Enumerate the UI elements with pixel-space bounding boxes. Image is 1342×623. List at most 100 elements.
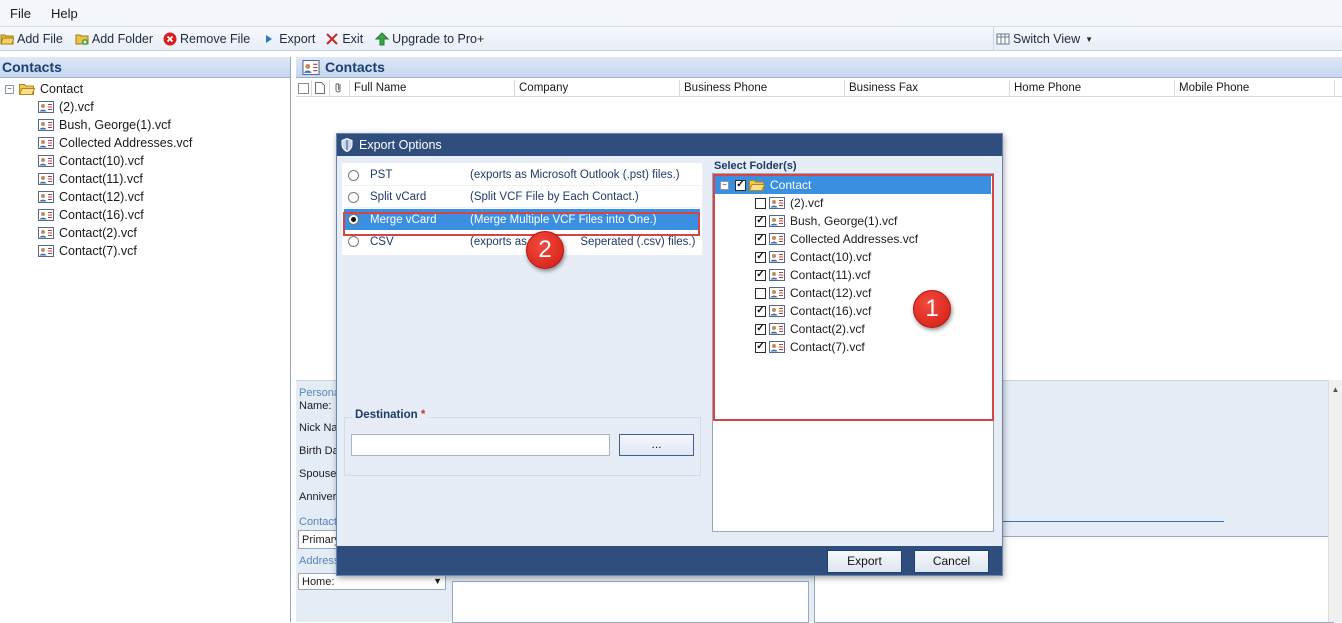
- export-icon: [266, 34, 273, 43]
- upgrade-button[interactable]: Upgrade to Pro+: [371, 28, 488, 50]
- main-title: Contacts: [325, 59, 385, 75]
- vcard-icon: [38, 209, 54, 221]
- tree-file-label: Contact(11).vcf: [59, 172, 143, 186]
- destination-input[interactable]: [351, 434, 610, 456]
- switch-view-button[interactable]: Switch View ▼: [993, 27, 1097, 51]
- tree-file-item[interactable]: Collected Addresses.vcf: [0, 134, 290, 152]
- export-button[interactable]: Export: [258, 28, 319, 50]
- tree-file-item[interactable]: Contact(11).vcf: [0, 170, 290, 188]
- option-split-vcard[interactable]: Split vCard (Split VCF File by Each Cont…: [344, 187, 700, 208]
- remove-file-label: Remove File: [180, 31, 251, 46]
- menu-file[interactable]: File: [0, 6, 41, 21]
- contact-section-label: Contact: [299, 516, 337, 528]
- remove-file-icon: [163, 32, 177, 45]
- icon-column[interactable]: [312, 80, 330, 96]
- select-all-column[interactable]: [296, 80, 312, 96]
- grid-column-header: Full Name Company Business Phone Busines…: [296, 80, 1342, 97]
- attachment-icon: [335, 83, 341, 93]
- tree-file-item[interactable]: Bush, George(1).vcf: [0, 116, 290, 134]
- annotation-badge-2: 2: [526, 231, 564, 269]
- add-file-button[interactable]: Add File: [0, 28, 67, 50]
- vcard-icon: [38, 227, 54, 239]
- col-business-phone[interactable]: Business Phone: [680, 80, 845, 96]
- csv-desc-cont: Seperated (.csv) files.): [580, 235, 696, 248]
- vcard-icon: [38, 137, 54, 149]
- add-folder-button[interactable]: Add Folder: [71, 28, 157, 50]
- tree-file-item[interactable]: Contact(7).vcf: [0, 242, 290, 260]
- switch-view-icon: [996, 33, 1010, 45]
- split-vcard-desc: (Split VCF File by Each Contact.): [470, 191, 639, 203]
- export-label: Export: [279, 31, 316, 46]
- tree-file-item[interactable]: Contact(2).vcf: [0, 224, 290, 242]
- tree-root-contact[interactable]: − Contact: [0, 80, 290, 98]
- destination-text: Destination: [355, 409, 418, 421]
- switch-view-label: Switch View: [1013, 32, 1081, 46]
- chevron-down-icon: ▼: [1085, 34, 1094, 44]
- birthday-label: Birth Da: [299, 445, 339, 457]
- primary-select[interactable]: Primary: [298, 530, 340, 549]
- col-company[interactable]: Company: [515, 80, 680, 96]
- exit-button[interactable]: Exit: [321, 28, 367, 50]
- collapse-icon[interactable]: −: [5, 84, 14, 94]
- tree-file-item[interactable]: (2).vcf: [0, 98, 290, 116]
- contacts-tree: − Contact (2).vcf Bush, George(1).vcf Coll…: [0, 78, 290, 260]
- scroll-up-arrow[interactable]: ▲: [1329, 385, 1342, 394]
- add-folder-label: Add Folder: [91, 31, 154, 46]
- split-vcard-radio[interactable]: [348, 191, 359, 203]
- export-confirm-button[interactable]: Export: [827, 550, 902, 573]
- option-pst[interactable]: PST (exports as Microsoft Outlook (.pst)…: [344, 165, 700, 186]
- vcard-icon: [38, 173, 54, 185]
- attachment-column[interactable]: [330, 80, 350, 96]
- tree-file-item[interactable]: Contact(16).vcf: [0, 206, 290, 224]
- primary-select-value: Primary: [302, 534, 340, 546]
- menu-help[interactable]: Help: [41, 6, 88, 21]
- tree-file-label: Contact(10).vcf: [59, 154, 144, 168]
- document-icon: [315, 82, 325, 94]
- col-home-phone[interactable]: Home Phone: [1010, 80, 1175, 96]
- export-options-dialog: Export Options PST (exports as Microsoft…: [336, 133, 1003, 576]
- anniversary-label: Anniver: [299, 491, 337, 503]
- cancel-button[interactable]: Cancel: [914, 550, 989, 573]
- vcard-icon: [302, 59, 320, 75]
- tree-file-item[interactable]: Contact(10).vcf: [0, 152, 290, 170]
- contacts-tree-panel: Contacts − Contact (2).vcf Bush, George(1…: [0, 57, 291, 622]
- select-all-checkbox[interactable]: [298, 83, 309, 94]
- exit-label: Exit: [342, 31, 364, 46]
- vcard-icon: [38, 191, 54, 203]
- tree-file-label: Bush, George(1).vcf: [59, 118, 171, 132]
- vcard-icon: [38, 101, 54, 113]
- pst-desc: (exports as Microsoft Outlook (.pst) fil…: [470, 169, 680, 181]
- name-label: Name:: [299, 400, 332, 412]
- vcard-icon: [38, 155, 54, 167]
- pst-radio[interactable]: [348, 169, 359, 181]
- address-text-box[interactable]: [452, 581, 809, 623]
- personal-section-label: Persona: [299, 387, 340, 399]
- contacts-panel-title: Contacts: [0, 57, 290, 78]
- dialog-title: Export Options: [359, 138, 442, 152]
- csv-radio[interactable]: [348, 236, 359, 247]
- upgrade-label: Upgrade to Pro+: [392, 31, 485, 46]
- address-type-value: Home:: [302, 576, 335, 588]
- dialog-titlebar: Export Options: [337, 134, 1002, 156]
- detail-scrollbar[interactable]: ▲: [1328, 380, 1342, 622]
- tree-file-label: Collected Addresses.vcf: [59, 136, 193, 150]
- col-mobile-phone[interactable]: Mobile Phone: [1175, 80, 1335, 96]
- tree-file-label: (2).vcf: [59, 100, 94, 114]
- tree-file-item[interactable]: Contact(12).vcf: [0, 188, 290, 206]
- shield-icon: [341, 138, 353, 152]
- vcard-icon: [38, 119, 54, 131]
- destination-label: Destination *: [352, 409, 429, 421]
- chevron-down-icon: ▼: [433, 576, 442, 586]
- export-format-list: PST (exports as Microsoft Outlook (.pst)…: [342, 163, 702, 255]
- browse-button[interactable]: ...: [619, 434, 694, 456]
- col-full-name[interactable]: Full Name: [350, 80, 515, 96]
- pst-label: PST: [370, 169, 393, 181]
- upgrade-icon: [375, 31, 390, 45]
- remove-file-button[interactable]: Remove File: [159, 28, 254, 50]
- add-file-label: Add File: [17, 31, 63, 46]
- col-business-fax[interactable]: Business Fax: [845, 80, 1010, 96]
- main-header: Contacts: [296, 57, 1342, 78]
- tree-file-label: Contact(12).vcf: [59, 190, 144, 204]
- required-mark: *: [420, 409, 426, 421]
- folder-highlight-frame: [713, 174, 994, 421]
